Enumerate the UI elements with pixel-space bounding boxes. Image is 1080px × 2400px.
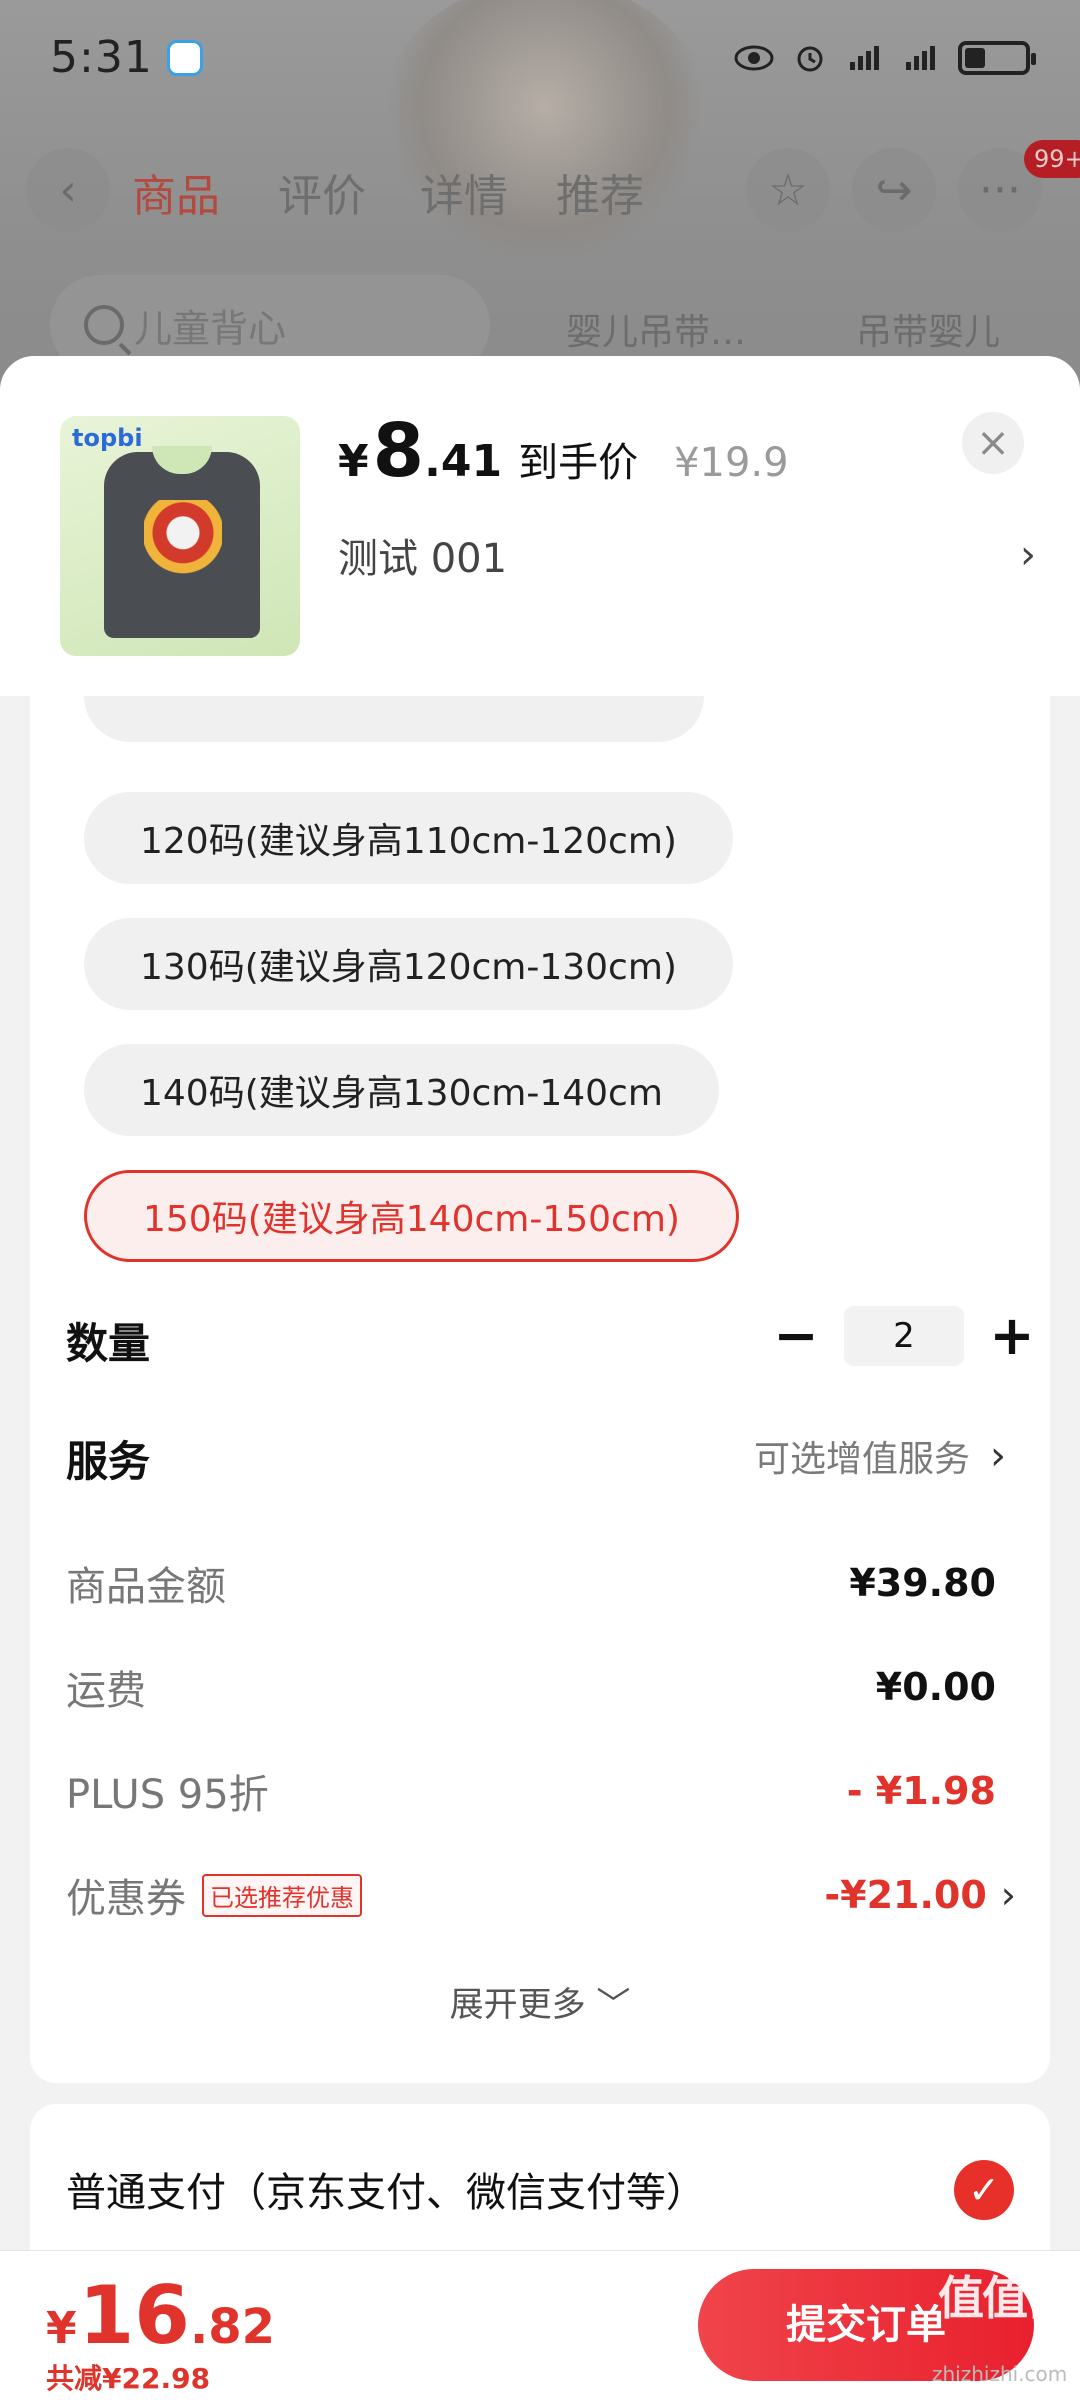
- size-option-label: 140码(建议身高130cm-140cm: [140, 1073, 663, 1114]
- chevron-right-icon: ›: [1020, 532, 1036, 578]
- checkout-bar: ¥ 16 .82 共减¥22.98 提交订单: [0, 2250, 1080, 2400]
- product-nav: ‹ 商品 评价 详情 推荐 ☆ ↪ ··· 99+: [0, 140, 1080, 240]
- expand-more-button[interactable]: 展开更多 ﹀: [30, 1977, 1050, 2026]
- total-currency: ¥: [46, 2303, 77, 2354]
- quantity-label: 数量: [66, 1319, 151, 1368]
- status-icons: [734, 40, 1036, 75]
- search-placeholder: 儿童背心: [134, 306, 287, 351]
- total-price: ¥ 16 .82: [46, 2269, 275, 2362]
- size-option-label: 120码(建议身高110cm-120cm): [140, 821, 677, 862]
- tab-details[interactable]: 详情: [420, 160, 508, 224]
- price-tag-label: 到手价: [518, 440, 639, 486]
- product-thumbnail[interactable]: topbi: [60, 416, 300, 656]
- battery-icon: [958, 40, 1036, 75]
- subtotal-label: 商品金额: [66, 1564, 226, 1610]
- size-option-130[interactable]: 130码(建议身高120cm-130cm): [84, 918, 733, 1010]
- size-option-120[interactable]: 120码(建议身高110cm-120cm): [84, 792, 733, 884]
- coupon-value: -¥21.00: [824, 1873, 987, 1917]
- quantity-stepper: − 2 +: [766, 1306, 1042, 1366]
- panda-print-image: [144, 500, 222, 582]
- coupon-recommended-tag: 已选推荐优惠: [202, 1873, 362, 1917]
- chevron-right-icon: ›: [1000, 1873, 1016, 1917]
- coupon-label: 优惠券: [66, 1876, 186, 1922]
- total-decimal: .82: [189, 2299, 275, 2355]
- subtotal-row: 商品金额 ¥39.80: [66, 1553, 1016, 1613]
- service-value: 可选增值服务: [754, 1439, 971, 1480]
- shipping-value: ¥0.00: [875, 1665, 996, 1709]
- price-currency: ¥: [338, 436, 369, 487]
- price-integer: 8: [372, 408, 425, 494]
- quantity-plus-button[interactable]: +: [982, 1306, 1042, 1366]
- size-option-140[interactable]: 140码(建议身高130cm-140cm: [84, 1044, 719, 1136]
- share-icon[interactable]: ↪: [852, 148, 936, 232]
- close-icon[interactable]: ×: [962, 412, 1024, 474]
- coupon-row[interactable]: 优惠券 已选推荐优惠 -¥21.00 ›: [66, 1865, 1016, 1925]
- sku-bottom-sheet: 120码(建议身高110cm-120cm) 130码(建议身高120cm-130…: [0, 356, 1080, 2400]
- related-chip-1[interactable]: 婴儿吊带…: [566, 303, 746, 355]
- total-savings: 共减¥22.98: [46, 2362, 211, 2395]
- chevron-right-icon: ›: [990, 1433, 1007, 1479]
- quantity-value[interactable]: 2: [844, 1306, 964, 1366]
- final-price: ¥ 8 .41 到手价 ¥19.9: [338, 408, 789, 494]
- selected-spec-row[interactable]: 测试 001 ›: [338, 526, 1038, 584]
- payment-method-label: 普通支付（京东支付、微信支付等）: [66, 2170, 706, 2216]
- watermark: 值值值: [938, 2271, 1072, 2325]
- tab-recommend[interactable]: 推荐: [556, 160, 644, 224]
- plus-discount-value: - ¥1.98: [846, 1769, 996, 1813]
- status-time: 5:31: [50, 32, 153, 83]
- service-selector[interactable]: 可选增值服务 ›: [754, 1430, 1006, 1482]
- original-price: ¥19.9: [674, 440, 789, 486]
- selected-spec: 测试 001: [338, 536, 508, 582]
- signal-4g-icon: [850, 45, 879, 70]
- eye-icon: [734, 45, 774, 70]
- related-chip-2[interactable]: 吊带婴儿: [856, 303, 1000, 355]
- chat-notification-icon: [166, 39, 203, 76]
- alarm-icon: [797, 46, 823, 71]
- size-option-150-selected[interactable]: 150码(建议身高140cm-150cm): [84, 1170, 739, 1262]
- product-summary-header: topbi ¥ 8 .41 到手价 ¥19.9 × 测试 001 ›: [0, 356, 1080, 696]
- quantity-minus-button[interactable]: −: [766, 1306, 826, 1366]
- status-bar: 5:31: [0, 0, 1080, 115]
- message-badge: 99+: [1024, 140, 1080, 178]
- price-decimal: .41: [424, 436, 503, 487]
- subtotal-value: ¥39.80: [849, 1561, 996, 1605]
- back-icon[interactable]: ‹: [26, 148, 110, 232]
- plus-discount-label: PLUS 95折: [66, 1772, 269, 1818]
- tab-product[interactable]: 商品: [132, 160, 220, 224]
- signal-4g-icon-2: [906, 45, 935, 70]
- size-option-label: 130码(建议身高120cm-130cm): [140, 947, 677, 988]
- search-icon: [84, 305, 124, 345]
- shipping-row: 运费 ¥0.00: [66, 1657, 1016, 1717]
- plus-discount-row: PLUS 95折 - ¥1.98: [66, 1761, 1016, 1821]
- watermark-url: zhizhizhi.com: [932, 2362, 1068, 2386]
- tank-top-image: [104, 446, 260, 638]
- brand-logo: topbi: [72, 424, 143, 452]
- total-integer: 16: [78, 2269, 190, 2362]
- favorite-star-icon[interactable]: ☆: [746, 148, 830, 232]
- price-detail-card: 商品金额 ¥39.80 运费 ¥0.00 PLUS 95折 - ¥1.98 优惠…: [30, 1523, 1050, 2083]
- size-option-label: 150码(建议身高140cm-150cm): [143, 1199, 680, 1240]
- tab-reviews[interactable]: 评价: [278, 160, 366, 224]
- check-icon[interactable]: ✓: [954, 2160, 1014, 2220]
- shipping-label: 运费: [66, 1668, 146, 1714]
- service-label: 服务: [66, 1437, 151, 1486]
